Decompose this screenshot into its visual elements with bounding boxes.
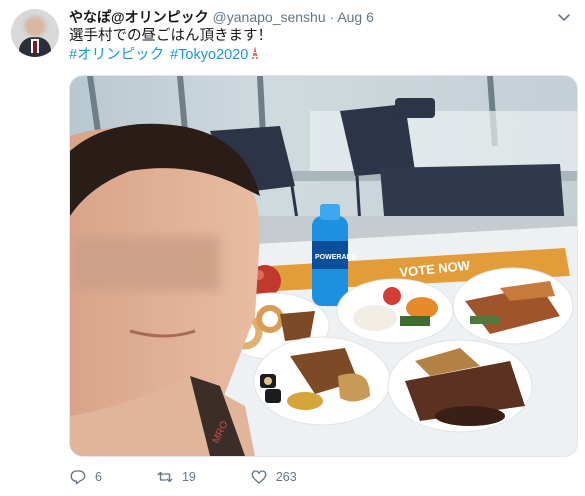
avatar[interactable]: [11, 9, 59, 57]
heart-icon: [251, 470, 267, 484]
reply-button[interactable]: 6: [69, 468, 102, 486]
photo-scene: VOTE NOW POWERADE MRO: [70, 76, 577, 456]
hashtag-olympic[interactable]: #オリンピック: [69, 47, 164, 63]
tokyo-tower-icon: [252, 46, 259, 59]
bottle-label: POWERADE: [315, 254, 357, 261]
tweet-photo[interactable]: VOTE NOW POWERADE MRO: [69, 75, 578, 457]
chevron-down-icon[interactable]: [557, 10, 571, 24]
plate-meat: [452, 267, 574, 345]
tweet-actions: 6 19 263: [69, 464, 351, 490]
plate-salad: [336, 278, 454, 344]
like-count: 263: [275, 470, 297, 484]
person-selfie: MRO: [70, 123, 260, 456]
tweet-date[interactable]: Aug 6: [337, 9, 374, 25]
separator-dot: ·: [329, 9, 335, 25]
tweet-text: 選手村での昼ごはん頂きます！: [69, 28, 272, 44]
hashtag-line: #オリンピック #Tokyo2020: [69, 46, 260, 65]
retweet-count: 19: [181, 470, 196, 484]
display-name[interactable]: やなぽ@オリンピック: [69, 9, 209, 25]
tweet[interactable]: やなぽ@オリンピック @yanapo_senshu · Aug 6 選手村での昼…: [0, 0, 585, 496]
hashtag-tokyo2020[interactable]: #Tokyo2020: [170, 47, 248, 63]
avatar-blurred-face: [24, 16, 46, 36]
plate-stew: [253, 336, 391, 426]
retweet-icon: [157, 471, 173, 483]
reply-icon: [70, 470, 86, 485]
reply-count: 6: [95, 470, 102, 484]
user-handle[interactable]: @yanapo_senshu: [213, 9, 326, 25]
like-button[interactable]: 263: [250, 468, 297, 486]
plate-beef: [387, 339, 533, 433]
avatar-tie: [33, 41, 37, 53]
face-blur: [70, 236, 220, 291]
tweet-header: やなぽ@オリンピック @yanapo_senshu · Aug 6: [69, 8, 545, 26]
retweet-button[interactable]: 19: [156, 468, 196, 486]
